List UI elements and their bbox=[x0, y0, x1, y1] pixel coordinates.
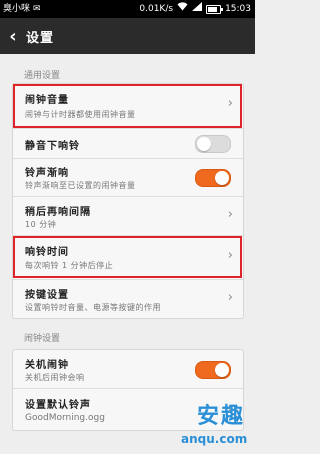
setting-subtitle: 铃声渐响至已设置的闹钟音量 bbox=[25, 181, 136, 190]
setting-subtitle: GoodMorning.ogg bbox=[25, 413, 105, 423]
setting-title: 响铃时间 bbox=[25, 247, 69, 258]
chevron-right-icon: › bbox=[227, 96, 233, 111]
setting-fade-in-ringtone[interactable]: 铃声渐响 铃声渐响至已设置的闹钟音量 bbox=[13, 159, 243, 197]
setting-title: 按键设置 bbox=[25, 290, 69, 301]
section-label-alarm: 闹钟设置 bbox=[24, 334, 61, 344]
setting-subtitle: 10 分钟 bbox=[25, 220, 57, 229]
watermark-logo: 安趣 anqu.com bbox=[159, 398, 251, 452]
network-speed: 0.01K/s bbox=[139, 4, 174, 14]
battery-icon bbox=[206, 4, 224, 14]
message-icon: ✉ bbox=[33, 4, 41, 14]
watermark-url: anqu.com bbox=[181, 432, 248, 446]
setting-title: 静音下响铃 bbox=[25, 141, 80, 152]
title-bar: ‹ 设置 bbox=[0, 18, 255, 54]
setting-title: 稍后再响间隔 bbox=[25, 207, 91, 218]
toggle-switch[interactable] bbox=[195, 169, 231, 187]
section-label-general: 通用设置 bbox=[24, 71, 61, 81]
setting-subtitle: 设置响铃时音量、电源等按键的作用 bbox=[25, 303, 161, 312]
setting-button-settings[interactable]: 按键设置 设置响铃时音量、电源等按键的作用 › bbox=[13, 280, 243, 318]
chevron-right-icon: › bbox=[227, 248, 233, 263]
setting-ring-duration[interactable]: 响铃时间 每次响铃 1 分钟后停止 › bbox=[13, 236, 243, 280]
back-icon[interactable]: ‹ bbox=[0, 26, 26, 47]
toggle-knob bbox=[215, 171, 229, 185]
setting-title: 设置默认铃声 bbox=[25, 400, 91, 411]
settings-card-general: 闹钟音量 闹钟与计时器都使用闹钟音量 › 静音下响铃 铃声渐响 铃声渐响至已设置… bbox=[12, 83, 244, 319]
watermark-text: 安趣 bbox=[197, 404, 246, 429]
setting-subtitle: 闹钟与计时器都使用闹钟音量 bbox=[25, 110, 136, 119]
chevron-right-icon: › bbox=[227, 207, 233, 222]
toggle-knob bbox=[197, 137, 211, 151]
chevron-right-icon: › bbox=[227, 290, 233, 305]
clock: 15:03 bbox=[225, 4, 251, 14]
setting-power-off-alarm[interactable]: 关机闹钟 关机后闹钟会响 bbox=[13, 350, 243, 389]
setting-snooze-interval[interactable]: 稍后再响间隔 10 分钟 › bbox=[13, 197, 243, 236]
setting-title: 关机闹钟 bbox=[25, 360, 69, 371]
setting-alarm-volume[interactable]: 闹钟音量 闹钟与计时器都使用闹钟音量 › bbox=[13, 84, 243, 129]
setting-subtitle: 关机后闹钟会响 bbox=[25, 373, 85, 382]
carrier-label: 臭小咪 bbox=[3, 4, 31, 14]
signal-icon bbox=[192, 0, 203, 18]
status-bar: 臭小咪 ✉ 0.01K/s 15:03 bbox=[0, 0, 255, 18]
toggle-switch[interactable] bbox=[195, 135, 231, 153]
toggle-knob bbox=[215, 363, 229, 377]
setting-ring-when-silent[interactable]: 静音下响铃 bbox=[13, 129, 243, 159]
setting-title: 闹钟音量 bbox=[25, 95, 69, 106]
toggle-switch[interactable] bbox=[195, 361, 231, 379]
wifi-icon bbox=[177, 0, 188, 18]
page-title: 设置 bbox=[26, 30, 55, 46]
setting-title: 铃声渐响 bbox=[25, 168, 69, 179]
setting-subtitle: 每次响铃 1 分钟后停止 bbox=[25, 261, 114, 270]
